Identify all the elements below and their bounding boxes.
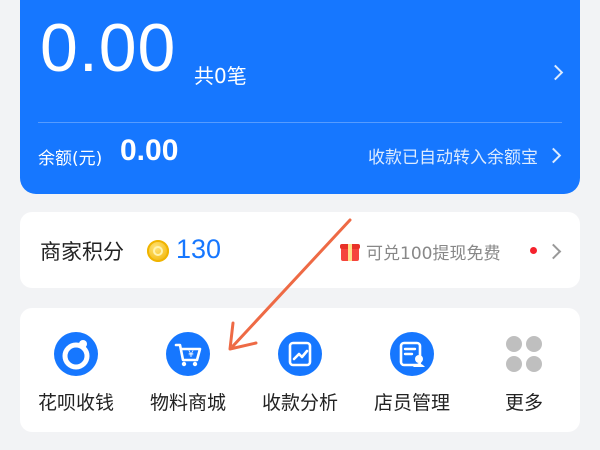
balance-card[interactable]: 0.00 共0笔 余额(元) 0.00 收款已自动转入余额宝 [20,0,580,194]
tool-staff-management[interactable]: 店员管理 [356,308,468,432]
chart-trend-icon [278,332,322,376]
tool-more[interactable]: 更多 [468,308,580,432]
tool-label: 收款分析 [261,392,338,414]
chevron-right-icon[interactable] [547,64,564,81]
card-divider [38,122,562,123]
tool-huabei-collect[interactable]: 花呗收钱 [20,308,132,432]
chevron-right-icon[interactable] [545,243,562,260]
points-label: 商家积分 [40,240,124,264]
coin-icon [147,240,169,262]
tool-material-mall[interactable]: ¥ 物料商城 [132,308,244,432]
grid-dots-icon [506,336,542,372]
svg-text:¥: ¥ [188,350,194,360]
huabei-icon [54,332,98,376]
tool-label: 店员管理 [373,392,450,414]
tool-label: 花呗收钱 [37,392,114,414]
tools-grid: 花呗收钱 ¥ 物料商城 收款分析 店员管理 更多 [20,308,580,432]
shopping-cart-yen-icon: ¥ [166,332,210,376]
transaction-count: 共0笔 [194,64,247,88]
staff-id-icon [390,332,434,376]
points-value: 130 [176,234,222,264]
balance-label: 余额(元) [38,149,103,169]
tool-label: 更多 [504,392,543,414]
redeem-offer-link[interactable]: 可兑100提现免费 [366,239,500,264]
tool-label: 物料商城 [149,392,226,414]
merchant-points-card[interactable]: 商家积分 130 可兑100提现免费 [20,212,580,288]
income-amount: 0.00 [40,10,177,86]
gift-icon [340,241,360,261]
notification-dot [530,247,537,254]
tool-payment-analysis[interactable]: 收款分析 [244,308,356,432]
chevron-right-icon[interactable] [545,147,562,164]
balance-value: 0.00 [120,134,179,167]
auto-transfer-link[interactable]: 收款已自动转入余额宝 [368,143,538,168]
